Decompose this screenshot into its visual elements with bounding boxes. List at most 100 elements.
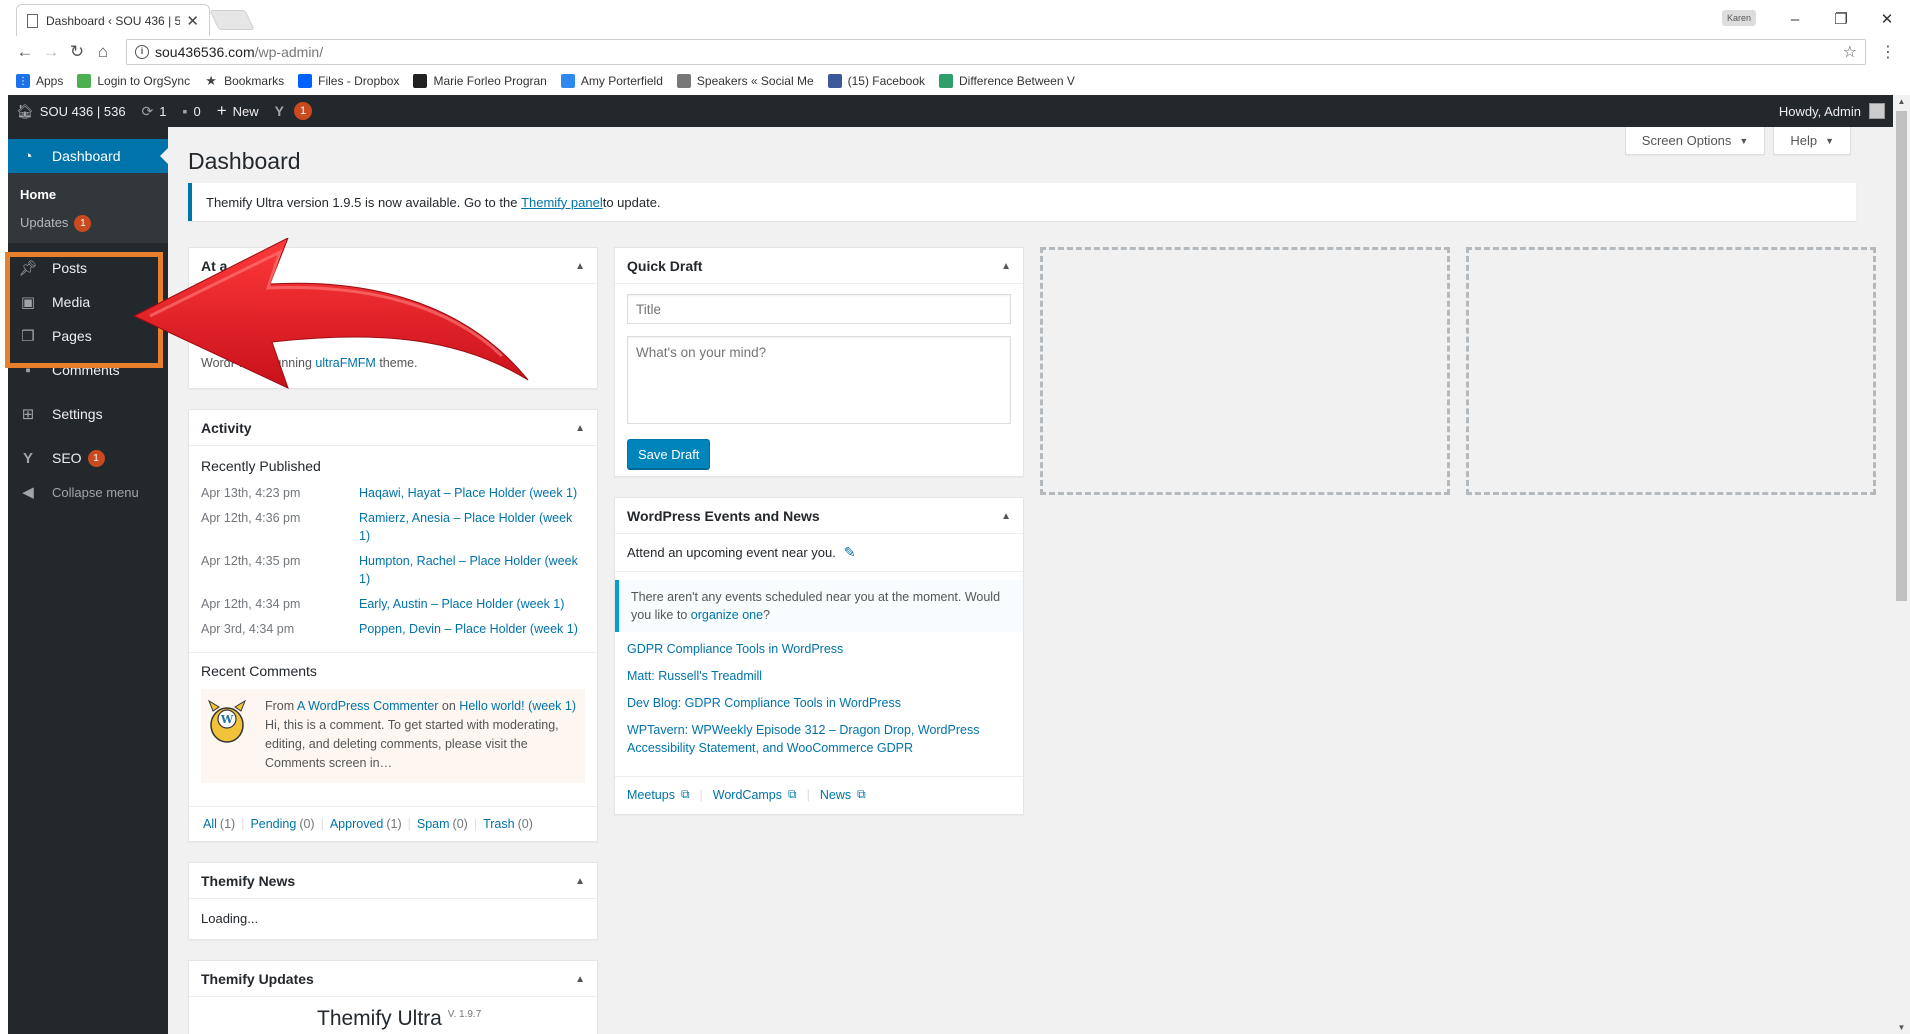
button-label: Screen Options <box>1641 133 1732 148</box>
reload-icon[interactable]: ↻ <box>64 42 90 62</box>
events-news-widget: WordPress Events and News ▲ Attend an up… <box>614 497 1024 815</box>
news-link[interactable]: Matt: Russell's Treadmill <box>627 667 1011 685</box>
forward-arrow-icon[interactable]: → <box>38 42 64 62</box>
news-link[interactable]: Dev Blog: GDPR Compliance Tools in WordP… <box>627 694 1011 712</box>
scroll-down-icon[interactable]: ▼ <box>1893 1023 1910 1032</box>
bookmark-label: Speakers « Social Me <box>696 74 814 88</box>
bookmark-item[interactable]: Login to OrgSync <box>77 74 190 88</box>
profile-button[interactable]: Karen <box>1722 10 1756 26</box>
bookmark-item[interactable]: Files - Dropbox <box>298 74 399 88</box>
news-link[interactable]: News <box>820 788 851 802</box>
collapse-menu-button[interactable]: ◀ Collapse menu <box>8 475 168 509</box>
menu-seo[interactable]: Y SEO 1 <box>8 441 168 475</box>
menu-dashboard[interactable]: ◔ Dashboard <box>8 139 168 173</box>
bookmark-item[interactable]: ★ Bookmarks <box>204 73 284 88</box>
post-title-link[interactable]: Poppen, Devin – Place Holder (week 1) <box>359 620 585 638</box>
new-label: New <box>232 103 259 119</box>
comments-link[interactable]: ▪ 0 <box>175 95 209 127</box>
address-bar[interactable]: i sou436536.com/wp-admin/ ☆ <box>126 39 1866 65</box>
collapse-toggle-icon[interactable]: ▲ <box>575 876 585 887</box>
post-title-link[interactable]: Early, Austin – Place Holder (week 1) <box>359 595 585 613</box>
activity-body: Recently Published Apr 13th, 4:23 pm Haqa… <box>189 446 597 783</box>
site-name-link[interactable]: 🏠︎ SOU 436 | 536 <box>8 95 134 127</box>
page-scrollbar[interactable]: ▲ ▼ <box>1893 95 1910 1034</box>
browser-menu-icon[interactable]: ⋮ <box>1880 42 1896 62</box>
new-content-link[interactable]: + New <box>209 95 267 127</box>
collapse-toggle-icon[interactable]: ▲ <box>575 974 585 985</box>
dashboard-submenu: Home Updates 1 <box>8 173 168 243</box>
close-window-icon[interactable]: ✕ <box>1864 8 1910 32</box>
filter-link[interactable]: Pending (0) <box>250 817 314 831</box>
collapse-toggle-icon[interactable]: ▲ <box>1001 261 1011 272</box>
filter-label: Approved <box>329 817 384 831</box>
collapse-toggle-icon[interactable]: ▲ <box>575 261 585 272</box>
minimize-icon[interactable]: – <box>1772 8 1818 32</box>
themify-panel-link[interactable]: Themify panel <box>521 195 603 210</box>
separator: | <box>473 817 478 831</box>
site-info-icon[interactable]: i <box>135 45 149 59</box>
submenu-home[interactable]: Home <box>20 181 168 209</box>
widget-title: Themify News <box>201 872 296 889</box>
organize-one-link[interactable]: organize one <box>691 608 763 622</box>
plus-icon: + <box>216 101 227 120</box>
bookmark-label: Login to OrgSync <box>97 74 191 88</box>
house-icon: 🏠︎ <box>16 102 34 119</box>
menu-settings[interactable]: ⊞ Settings <box>8 397 168 431</box>
widget-header[interactable]: Activity ▲ <box>189 410 597 446</box>
help-button[interactable]: Help ▼ <box>1773 127 1851 155</box>
meetups-link[interactable]: Meetups <box>627 788 675 802</box>
filter-count: (1) <box>219 817 236 831</box>
widget-header[interactable]: Themify News ▲ <box>189 863 597 899</box>
draft-content-textarea[interactable] <box>627 336 1011 424</box>
home-icon[interactable]: ⌂ <box>90 42 116 62</box>
list-item: Apr 13th, 4:23 pm Haqawi, Hayat – Place H… <box>201 484 585 502</box>
comment-post-link[interactable]: Hello world! (week 1) <box>459 699 576 713</box>
bookmark-item[interactable]: (15) Facebook <box>827 74 925 88</box>
browser-tab-dashboard[interactable]: Dashboard ‹ SOU 436 | 5 ✕ <box>16 4 210 36</box>
my-account-link[interactable]: Howdy, Admin <box>1779 103 1893 119</box>
submenu-label: Home <box>20 187 57 202</box>
collapse-toggle-icon[interactable]: ▲ <box>1001 511 1011 522</box>
dropbox-icon <box>298 74 313 88</box>
filter-link[interactable]: All (1) <box>203 817 235 831</box>
yoast-seo-link[interactable]: Y 1 <box>267 95 320 127</box>
filter-link[interactable]: Trash (0) <box>483 817 533 831</box>
widget-header[interactable]: WordPress Events and News ▲ <box>615 498 1023 534</box>
bookmark-item[interactable]: Speakers « Social Me <box>676 74 814 88</box>
edit-location-pencil-icon[interactable]: ✎ <box>844 544 856 561</box>
post-title-link[interactable]: Humpton, Rachel – Place Holder (week 1) <box>359 552 585 588</box>
back-arrow-icon[interactable]: ← <box>12 42 38 62</box>
post-title-link[interactable]: Ramierz, Anesia – Place Holder (week 1) <box>359 509 585 545</box>
screen-options-button[interactable]: Screen Options ▼ <box>1624 127 1766 155</box>
new-tab-button[interactable] <box>209 10 255 30</box>
news-link[interactable]: GDPR Compliance Tools in WordPress <box>627 640 1011 658</box>
save-draft-button[interactable]: Save Draft <box>627 439 711 469</box>
restore-icon[interactable]: ❐ <box>1818 8 1864 32</box>
filter-link[interactable]: Spam (0) <box>417 817 468 831</box>
comment-text: From A WordPress Commenter on Hello worl… <box>265 697 581 773</box>
updates-link[interactable]: ⟳ 1 <box>134 95 175 127</box>
comment-author-link[interactable]: A WordPress Commenter <box>297 699 438 713</box>
submenu-updates[interactable]: Updates 1 <box>20 209 168 237</box>
scroll-up-icon[interactable]: ▲ <box>1893 97 1910 106</box>
bookmark-star-icon[interactable]: ☆ <box>1843 42 1857 62</box>
filter-link[interactable]: Approved (1) <box>330 817 402 831</box>
scrollbar-thumb[interactable] <box>1896 111 1907 601</box>
post-title-link[interactable]: Haqawi, Hayat – Place Holder (week 1) <box>359 484 585 502</box>
close-tab-icon[interactable]: ✕ <box>186 12 199 30</box>
draft-title-input[interactable] <box>627 294 1011 324</box>
wordcamps-link[interactable]: WordCamps <box>713 788 782 802</box>
bookmark-label: Apps <box>36 74 64 88</box>
bookmark-item[interactable]: Difference Between V <box>939 74 1075 88</box>
bookmark-item[interactable]: Marie Forleo Progran <box>413 74 547 88</box>
bookmark-item[interactable]: ⋮ Apps <box>16 74 63 88</box>
widget-header[interactable]: Quick Draft ▲ <box>615 248 1023 284</box>
widget-header[interactable]: Themify Updates ▲ <box>189 961 597 997</box>
post-date: Apr 12th, 4:36 pm <box>201 511 301 525</box>
orgsync-icon <box>77 74 92 88</box>
themify-updates-widget: Themify Updates ▲ Themify Ultra V. 1.9.7 <box>188 960 598 1034</box>
collapse-toggle-icon[interactable]: ▲ <box>575 423 585 434</box>
bookmark-label: Difference Between V <box>959 74 1075 88</box>
bookmark-item[interactable]: Amy Porterfield <box>560 74 663 88</box>
news-link[interactable]: WPTavern: WPWeekly Episode 312 – Dragon … <box>627 721 1011 757</box>
